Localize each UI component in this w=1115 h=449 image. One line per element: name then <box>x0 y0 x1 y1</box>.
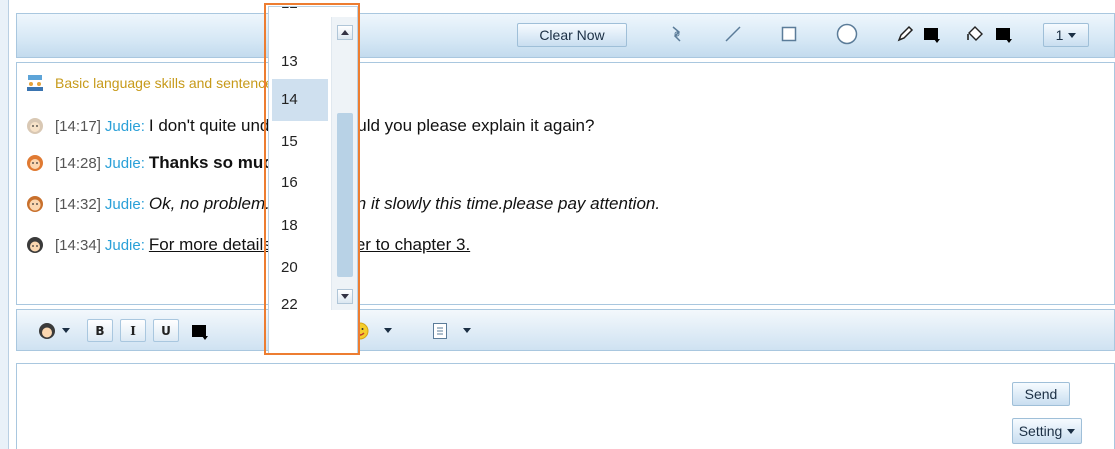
message-sender[interactable]: Judie: <box>105 196 145 213</box>
chevron-down-icon <box>61 328 70 333</box>
message-text: I don't quite understand, would you plea… <box>148 116 595 135</box>
clear-now-button[interactable]: Clear Now <box>517 23 627 47</box>
whiteboard-toolbar: Clear Now 1 <box>16 13 1115 58</box>
fill-color-picker[interactable] <box>989 22 1017 46</box>
message-time: [14:32] <box>55 195 101 213</box>
text-color-swatch <box>192 324 208 340</box>
fill-color-swatch <box>996 28 1012 43</box>
message-time: [14:28] <box>55 154 101 172</box>
message-sender[interactable]: Judie: <box>105 237 145 254</box>
setting-label: Setting <box>1018 423 1063 439</box>
bold-button[interactable]: B <box>87 319 113 342</box>
italic-button[interactable]: I <box>120 319 146 342</box>
chat-app: Clear Now 1 Basic language skills and se… <box>0 0 1115 449</box>
chevron-down-icon <box>1067 428 1076 434</box>
avatar <box>27 196 43 212</box>
setting-button[interactable]: Setting <box>1012 418 1082 444</box>
message-time: [14:17] <box>55 117 101 135</box>
eraser-icon[interactable] <box>663 22 691 46</box>
line-icon[interactable] <box>719 22 747 46</box>
pencil-icon[interactable] <box>891 22 919 46</box>
avatar <box>27 237 43 253</box>
chat-history: Basic language skills and sentence instr… <box>16 62 1115 305</box>
message-row: [14:34] Judie: For more details, please … <box>25 233 470 257</box>
pen-size-select[interactable]: 1 <box>1043 23 1089 47</box>
classroom-icon <box>27 75 43 91</box>
quick-phrase-select[interactable] <box>423 319 479 342</box>
fill-bucket-icon[interactable] <box>961 22 989 46</box>
avatar-icon <box>38 322 55 339</box>
message-sender[interactable]: Judie: <box>105 155 145 172</box>
left-border <box>0 0 9 449</box>
format-toolbar: B I U 14 <box>16 309 1115 351</box>
send-button[interactable]: Send <box>1012 382 1070 406</box>
chevron-down-icon <box>384 328 392 333</box>
message-input-area[interactable]: Send Setting <box>16 363 1115 449</box>
rectangle-icon[interactable] <box>775 22 803 46</box>
avatar <box>27 155 43 171</box>
pen-color-picker[interactable] <box>917 22 945 46</box>
underline-button[interactable]: U <box>153 319 179 342</box>
ellipse-icon[interactable] <box>833 22 861 46</box>
avatar <box>27 118 43 134</box>
message-sender[interactable]: Judie: <box>105 118 145 135</box>
message-text: Ok, no problem. I will explain it slowly… <box>148 194 661 213</box>
avatar-select[interactable] <box>33 319 73 342</box>
chevron-down-icon <box>1068 32 1077 38</box>
text-color-picker[interactable] <box>185 319 213 342</box>
document-icon <box>433 322 447 339</box>
chevron-down-icon <box>463 328 471 333</box>
pen-color-swatch <box>924 28 940 43</box>
message-time: [14:34] <box>55 236 101 254</box>
highlight-outline <box>264 3 360 355</box>
pen-size-value: 1 <box>1055 27 1064 43</box>
message-row: [14:28] Judie: Thanks so much! <box>25 151 289 175</box>
